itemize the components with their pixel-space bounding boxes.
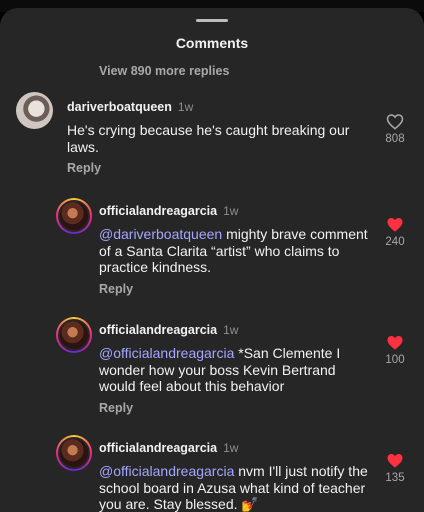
reply-button[interactable]: Reply (67, 161, 367, 175)
like-count: 100 (385, 354, 405, 366)
like-button[interactable]: 100 (375, 334, 415, 366)
like-button[interactable]: 808 (375, 113, 415, 145)
drag-handle[interactable] (196, 19, 228, 22)
comment-username[interactable]: officialandreagarcia (99, 204, 217, 218)
heart-filled-icon (387, 217, 403, 232)
reply-button[interactable]: Reply (99, 282, 371, 296)
heart-filled-icon (387, 335, 403, 350)
heart-filled-icon (387, 453, 403, 468)
avatar[interactable] (16, 92, 53, 129)
reply-item: officialandreagarcia 1w @officialandreaga… (99, 321, 371, 415)
like-count: 135 (385, 472, 405, 484)
comments-sheet: Comments View 890 more replies dariverbo… (0, 8, 424, 512)
mention-link[interactable]: @officialandreagarcia (99, 345, 234, 361)
avatar[interactable] (56, 435, 92, 471)
reply-button[interactable]: Reply (99, 401, 371, 415)
like-count: 808 (385, 133, 405, 145)
reply-item: officialandreagarcia 1w @officialandreaga… (99, 439, 371, 512)
comment-text: @dariverboatqueen mighty brave comment o… (99, 226, 371, 276)
reply-item: officialandreagarcia 1w @dariverboatqueen… (99, 202, 371, 296)
comment-time: 1w (177, 100, 194, 114)
mention-link[interactable]: @dariverboatqueen (99, 226, 222, 242)
avatar[interactable] (56, 198, 92, 234)
comment-time: 1w (223, 204, 239, 218)
mention-link[interactable]: @officialandreagarcia (99, 463, 234, 479)
comment-text: He's crying because he's caught breaking… (67, 122, 350, 155)
comment-username[interactable]: dariverboatqueen (67, 100, 172, 114)
comment-username[interactable]: officialandreagarcia (99, 441, 217, 455)
comment-item: dariverboatqueen 1w He's crying because h… (67, 98, 367, 175)
sheet-title: Comments (175, 35, 249, 51)
like-button[interactable]: 135 (375, 452, 415, 484)
view-more-replies-link[interactable]: View 890 more replies (99, 64, 229, 78)
comment-username[interactable]: officialandreagarcia (99, 323, 217, 337)
comment-text: @officialandreagarcia nvm I'll just noti… (99, 463, 371, 512)
like-button[interactable]: 240 (375, 216, 415, 248)
comment-text: @officialandreagarcia *San Clemente I wo… (99, 345, 371, 395)
comment-time: 1w (223, 323, 239, 337)
heart-outline-icon (386, 114, 404, 130)
comment-time: 1w (223, 441, 239, 455)
like-count: 240 (385, 236, 405, 248)
avatar[interactable] (56, 317, 92, 353)
